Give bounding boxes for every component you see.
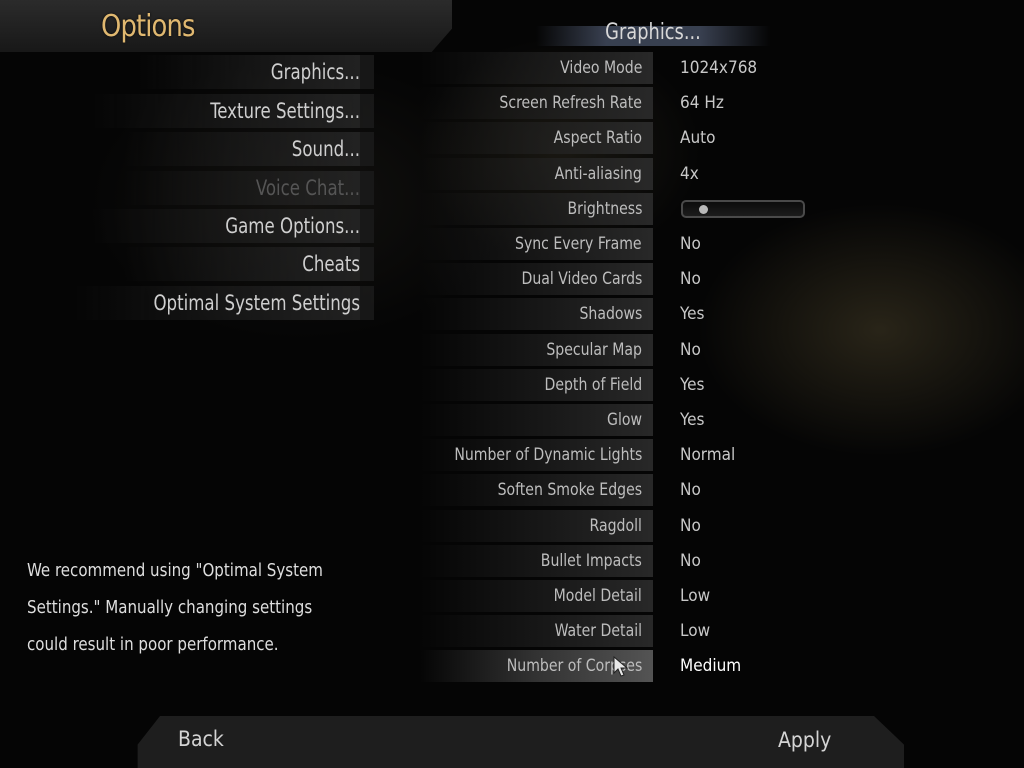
menu-item-graphics[interactable]: Graphics...: [138, 55, 374, 89]
setting-value[interactable]: Low: [680, 615, 710, 647]
setting-label: Anti-aliasing: [554, 164, 642, 184]
setting-label: Shadows: [579, 304, 642, 324]
menu-item-game-options[interactable]: Game Options...: [92, 209, 374, 243]
setting-label: Aspect Ratio: [553, 128, 642, 148]
setting-row-glow[interactable]: Glow Yes: [420, 404, 1024, 436]
menu-item-label: Graphics...: [270, 60, 360, 84]
apply-button[interactable]: Apply: [778, 728, 831, 752]
brightness-slider[interactable]: [681, 200, 805, 218]
setting-row-water-detail[interactable]: Water Detail Low: [420, 615, 1024, 647]
setting-row-specular-map[interactable]: Specular Map No: [420, 334, 1024, 366]
recommendation-text: We recommend using "Optimal System Setti…: [27, 560, 323, 655]
menu-item-label: Game Options...: [225, 214, 360, 238]
setting-label: Specular Map: [546, 340, 642, 360]
setting-row-brightness[interactable]: Brightness: [420, 193, 1024, 225]
setting-row-depth-of-field[interactable]: Depth of Field Yes: [420, 369, 1024, 401]
setting-row-soften-smoke-edges[interactable]: Soften Smoke Edges No: [420, 474, 1024, 506]
setting-row-number-of-corpses[interactable]: Number of Corpses Medium: [420, 650, 1024, 682]
menu-item-label: Sound...: [291, 137, 360, 161]
setting-value[interactable]: No: [680, 263, 701, 295]
setting-label: Water Detail: [554, 621, 642, 641]
setting-label: Number of Dynamic Lights: [454, 445, 642, 465]
setting-row-video-mode[interactable]: Video Mode 1024x768: [420, 52, 1024, 84]
setting-value[interactable]: Auto: [680, 122, 716, 154]
setting-value[interactable]: No: [680, 510, 701, 542]
setting-value[interactable]: Yes: [680, 369, 704, 401]
setting-label: Video Mode: [559, 58, 642, 78]
section-header: Graphics...: [536, 20, 770, 46]
setting-label: Screen Refresh Rate: [499, 93, 642, 113]
setting-value[interactable]: 1024x768: [680, 52, 757, 84]
setting-row-model-detail[interactable]: Model Detail Low: [420, 580, 1024, 612]
setting-label: Model Detail: [553, 586, 642, 606]
setting-label: Ragdoll: [589, 516, 642, 536]
setting-label: Brightness: [567, 199, 642, 219]
setting-value[interactable]: No: [680, 228, 701, 260]
menu-item-optimal-system-settings[interactable]: Optimal System Settings: [74, 286, 374, 320]
setting-label: Bullet Impacts: [540, 551, 642, 571]
setting-value[interactable]: No: [680, 474, 701, 506]
setting-value[interactable]: Medium: [680, 650, 741, 682]
setting-row-anti-aliasing[interactable]: Anti-aliasing 4x: [420, 158, 1024, 190]
setting-row-screen-refresh-rate[interactable]: Screen Refresh Rate 64 Hz: [420, 87, 1024, 119]
setting-value[interactable]: Yes: [680, 404, 704, 436]
setting-row-number-of-dynamic-lights[interactable]: Number of Dynamic Lights Normal: [420, 439, 1024, 471]
setting-row-aspect-ratio[interactable]: Aspect Ratio Auto: [420, 122, 1024, 154]
section-title: Graphics...: [605, 20, 701, 45]
menu-item-cheats[interactable]: Cheats: [124, 247, 374, 281]
menu-item-label: Texture Settings...: [210, 99, 360, 123]
menu-item-sound[interactable]: Sound...: [124, 132, 374, 166]
menu-item-texture-settings[interactable]: Texture Settings...: [92, 94, 374, 128]
setting-row-sync-every-frame[interactable]: Sync Every Frame No: [420, 228, 1024, 260]
slider-handle[interactable]: [698, 205, 708, 214]
setting-label: Dual Video Cards: [521, 269, 642, 289]
setting-value[interactable]: Low: [680, 580, 710, 612]
title-bar: [0, 0, 452, 52]
setting-value[interactable]: 4x: [680, 158, 699, 190]
arrow-cursor-icon: [613, 655, 629, 677]
setting-label: Depth of Field: [544, 375, 642, 395]
setting-row-shadows[interactable]: Shadows Yes: [420, 298, 1024, 330]
setting-row-dual-video-cards[interactable]: Dual Video Cards No: [420, 263, 1024, 295]
back-button[interactable]: Back: [178, 727, 224, 751]
setting-value[interactable]: 64 Hz: [680, 87, 724, 119]
bottom-bar-left-notch: [0, 716, 160, 768]
setting-value[interactable]: No: [680, 545, 701, 577]
setting-value[interactable]: Normal: [680, 439, 735, 471]
setting-value[interactable]: No: [680, 334, 701, 366]
menu-item-label: Voice Chat...: [255, 176, 360, 200]
setting-value[interactable]: Yes: [680, 298, 704, 330]
page-title: Options: [101, 9, 195, 44]
menu-item-label: Optimal System Settings: [153, 291, 360, 315]
setting-row-ragdoll[interactable]: Ragdoll No: [420, 510, 1024, 542]
setting-row-bullet-impacts[interactable]: Bullet Impacts No: [420, 545, 1024, 577]
setting-label: Glow: [607, 410, 642, 430]
setting-label: Soften Smoke Edges: [497, 480, 642, 500]
menu-item-voice-chat: Voice Chat...: [124, 171, 374, 205]
setting-label: Sync Every Frame: [515, 234, 642, 254]
menu-item-label: Cheats: [302, 252, 360, 276]
